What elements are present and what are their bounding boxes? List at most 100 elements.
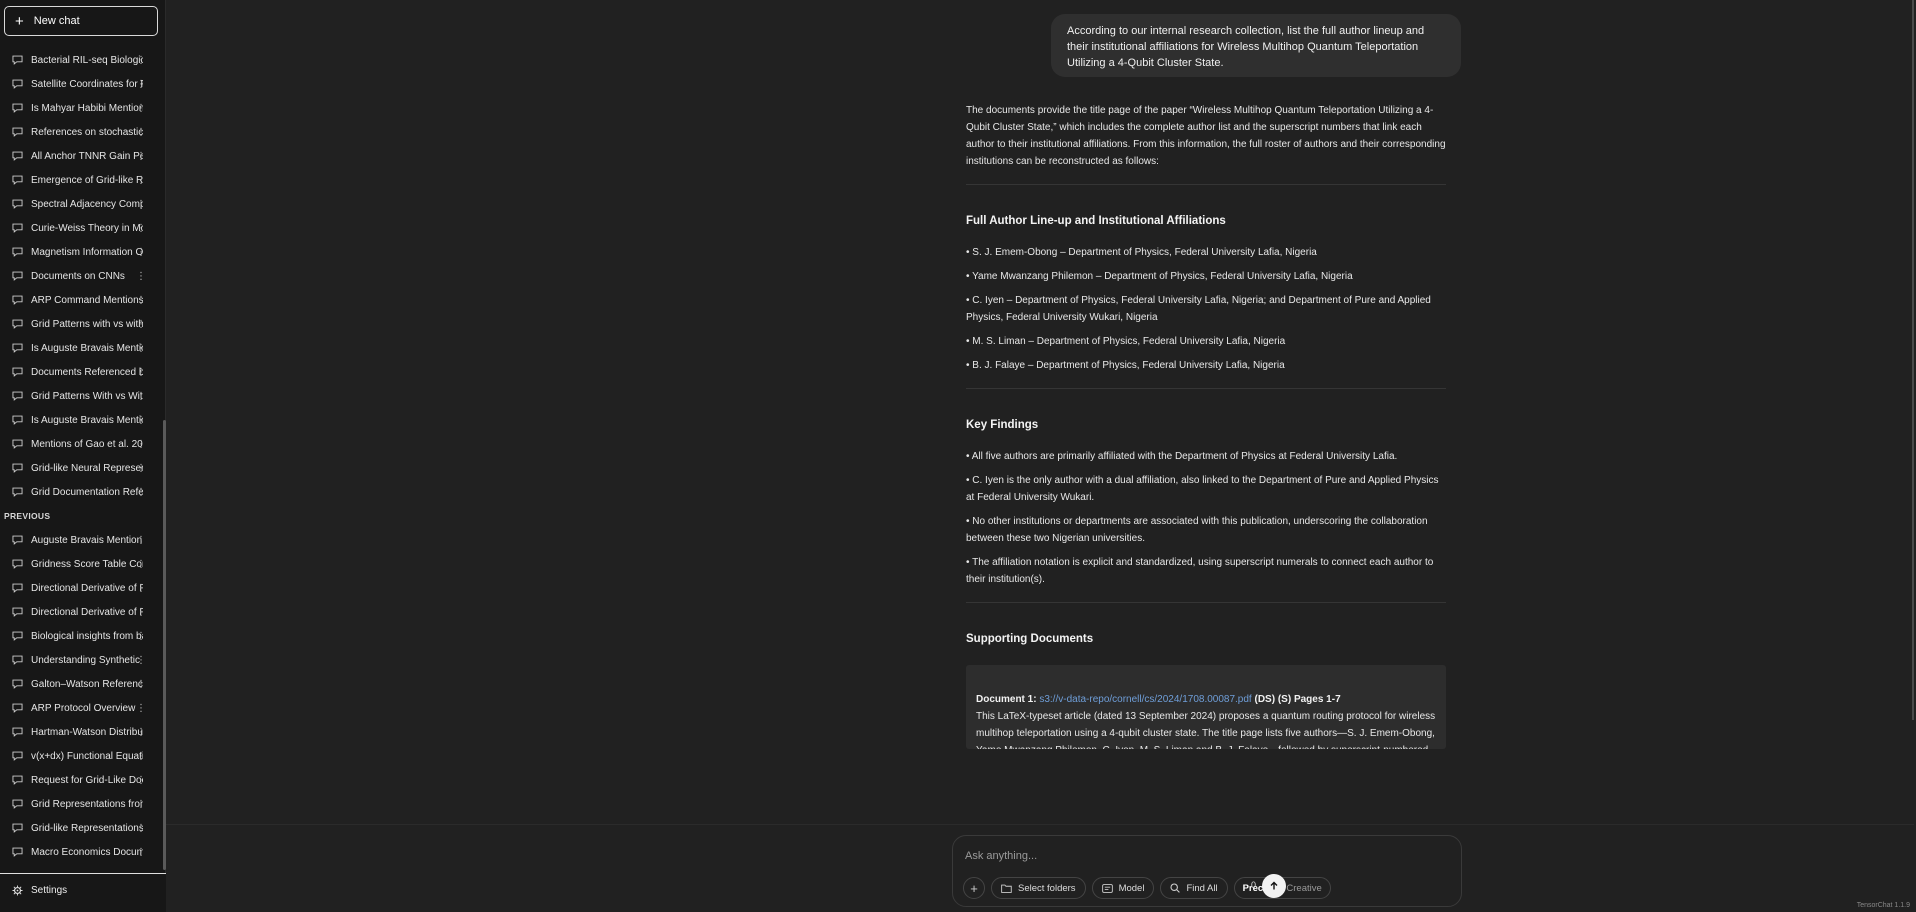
more-options-icon[interactable]: ⋮ xyxy=(136,487,146,498)
chat-history-item[interactable]: Curie-Weiss Theory in Mo... ⋮ xyxy=(0,216,160,240)
more-options-icon[interactable]: ⋮ xyxy=(136,391,146,402)
chat-history-item[interactable]: Documents on CNNs ⋮ xyxy=(0,264,160,288)
chat-history-item[interactable]: Bacterial RIL-seq Biologica...⋮ xyxy=(0,48,160,72)
chat-history-item[interactable]: Directional Derivative of F... ⋮ xyxy=(0,600,160,624)
chat-bubble-icon xyxy=(12,751,23,761)
select-folders-button[interactable]: Select folders xyxy=(991,877,1086,899)
chat-history-item[interactable]: Galton–Watson References...⋮ xyxy=(0,672,160,696)
more-options-icon[interactable]: ⋮ xyxy=(136,175,146,186)
send-button[interactable] xyxy=(1262,874,1286,898)
chat-history-item[interactable]: Documents Referenced by...⋮ xyxy=(0,360,160,384)
chat-history-item[interactable]: Satellite Coordinates for Fr...⋮ xyxy=(0,72,160,96)
chat-bubble-icon xyxy=(12,151,23,161)
model-button[interactable]: Model xyxy=(1091,877,1155,899)
chat-history-item[interactable]: All Anchor TNNR Gain Per...⋮ xyxy=(0,144,160,168)
chat-history-item[interactable]: Emergence of Grid-like Re...⋮ xyxy=(0,168,160,192)
chat-title: Grid Patterns with vs witho... xyxy=(31,318,143,330)
chat-history-item[interactable]: Mentions of Gao et al. 2021 ⋮ xyxy=(0,432,160,456)
chat-input[interactable] xyxy=(963,846,1437,866)
new-chat-button[interactable]: + New chat xyxy=(4,6,158,36)
more-options-icon[interactable]: ⋮ xyxy=(136,271,146,282)
chat-history-item[interactable]: Understanding Synthetic C...⋮ xyxy=(0,648,160,672)
settings-button[interactable]: Settings xyxy=(12,885,67,896)
more-options-icon[interactable]: ⋮ xyxy=(136,343,146,354)
chat-history-item[interactable]: Grid Patterns With vs With...⋮ xyxy=(0,384,160,408)
chat-history-item[interactable]: Request for Grid-Like Doc... ⋮ xyxy=(0,768,160,792)
chat-title: Grid-like Representations i... xyxy=(31,822,143,834)
chat-history-item[interactable]: Hartman-Watson Distribut... ⋮ xyxy=(0,720,160,744)
find-all-label: Find All xyxy=(1186,882,1218,894)
chat-history-item[interactable]: ARP Protocol Overview ⋮ xyxy=(0,696,160,720)
chat-history-item[interactable]: Grid-like Representations i...⋮ xyxy=(0,816,160,840)
more-options-icon[interactable]: ⋮ xyxy=(136,775,146,786)
chat-history-item[interactable]: Grid Patterns with vs witho...⋮ xyxy=(0,312,160,336)
attach-button[interactable]: + xyxy=(963,877,985,899)
more-options-icon[interactable]: ⋮ xyxy=(136,703,146,714)
chat-bubble-icon xyxy=(12,535,23,545)
more-options-icon[interactable]: ⋮ xyxy=(136,415,146,426)
author-entry: • B. J. Falaye – Department of Physics, … xyxy=(966,360,1285,371)
chat-history-item[interactable]: Is Mahyar Habibi Mention... ⋮ xyxy=(0,96,160,120)
mode-creative[interactable]: Creative xyxy=(1282,881,1325,896)
more-options-icon[interactable]: ⋮ xyxy=(136,223,146,234)
more-options-icon[interactable]: ⋮ xyxy=(136,199,146,210)
chat-history-item[interactable]: Spectral Adjacency Compu...⋮ xyxy=(0,192,160,216)
chat-history-item[interactable]: Grid-like Neural Represent...⋮ xyxy=(0,456,160,480)
chat-bubble-icon xyxy=(12,703,23,713)
model-label: Model xyxy=(1118,882,1145,894)
more-options-icon[interactable]: ⋮ xyxy=(136,79,146,90)
chat-history-item[interactable]: Is Auguste Bravais Mentio... ⋮ xyxy=(0,336,160,360)
chat-bubble-icon xyxy=(12,823,23,833)
chat-history-item[interactable]: References on stochastic F...⋮ xyxy=(0,120,160,144)
chat-history-item[interactable]: Is Auguste Bravais Mentio... ⋮ xyxy=(0,408,160,432)
chat-history-item[interactable]: Grid Documentation Refer... ⋮ xyxy=(0,480,160,504)
chat-history-item[interactable]: Macro Economics Docume...⋮ xyxy=(0,840,160,864)
chat-history-item[interactable]: Directional Derivative of F ⋮ xyxy=(0,576,160,600)
more-options-icon[interactable]: ⋮ xyxy=(136,463,146,474)
document-link[interactable]: s3://v-data-repo/cornell/cs/2024/1708.00… xyxy=(1039,694,1251,705)
plus-icon: + xyxy=(15,12,24,30)
chat-history-item[interactable]: Magnetism Information O... ⋮ xyxy=(0,240,160,264)
more-options-icon[interactable]: ⋮ xyxy=(136,103,146,114)
chat-bubble-icon xyxy=(12,79,23,89)
author-entry: • S. J. Emem-Obong – Department of Physi… xyxy=(966,247,1317,258)
more-options-icon[interactable]: ⋮ xyxy=(136,799,146,810)
more-options-icon[interactable]: ⋮ xyxy=(136,655,146,666)
more-options-icon[interactable]: ⋮ xyxy=(136,727,146,738)
chat-bubble-icon xyxy=(12,199,23,209)
more-options-icon[interactable]: ⋮ xyxy=(136,847,146,858)
chat-history-item[interactable]: Auguste Bravais Mention ... ⋮ xyxy=(0,528,160,552)
chat-bubble-icon xyxy=(12,775,23,785)
more-options-icon[interactable]: ⋮ xyxy=(136,319,146,330)
chat-title: Gridness Score Table Com... xyxy=(31,558,143,570)
more-options-icon[interactable]: ⋮ xyxy=(136,679,146,690)
more-options-icon[interactable]: ⋮ xyxy=(136,823,146,834)
more-options-icon[interactable]: ⋮ xyxy=(136,559,146,570)
main-scrollbar[interactable] xyxy=(1912,0,1914,720)
chat-history-item[interactable]: Biological insights from ba...⋮ xyxy=(0,624,160,648)
more-options-icon[interactable]: ⋮ xyxy=(136,55,146,66)
more-options-icon[interactable]: ⋮ xyxy=(136,751,146,762)
more-options-icon[interactable]: ⋮ xyxy=(136,295,146,306)
chat-history-item[interactable]: v(x+dx) Functional Equatio...⋮ xyxy=(0,744,160,768)
chat-history-item[interactable]: ARP Command Mentions I...⋮ xyxy=(0,288,160,312)
more-options-icon[interactable]: ⋮ xyxy=(136,535,146,546)
findings-list: • All five authors are primarily affilia… xyxy=(966,448,1446,588)
chat-bubble-icon xyxy=(12,679,23,689)
more-options-icon[interactable]: ⋮ xyxy=(136,127,146,138)
chat-title: All Anchor TNNR Gain Per... xyxy=(31,150,143,162)
more-options-icon[interactable]: ⋮ xyxy=(136,607,146,618)
chat-title: Is Auguste Bravais Mentio... xyxy=(31,414,143,426)
find-all-button[interactable]: Find All xyxy=(1160,877,1228,899)
more-options-icon[interactable]: ⋮ xyxy=(136,151,146,162)
more-options-icon[interactable]: ⋮ xyxy=(136,367,146,378)
divider xyxy=(966,602,1446,603)
more-options-icon[interactable]: ⋮ xyxy=(136,583,146,594)
more-options-icon[interactable]: ⋮ xyxy=(136,439,146,450)
chat-history-item[interactable]: Grid Representations from...⋮ xyxy=(0,792,160,816)
chat-title: Directional Derivative of F... xyxy=(31,606,143,618)
more-options-icon[interactable]: ⋮ xyxy=(136,247,146,258)
more-options-icon[interactable]: ⋮ xyxy=(136,631,146,642)
chat-history-item[interactable]: Gridness Score Table Com...⋮ xyxy=(0,552,160,576)
chat-bubble-icon xyxy=(12,295,23,305)
